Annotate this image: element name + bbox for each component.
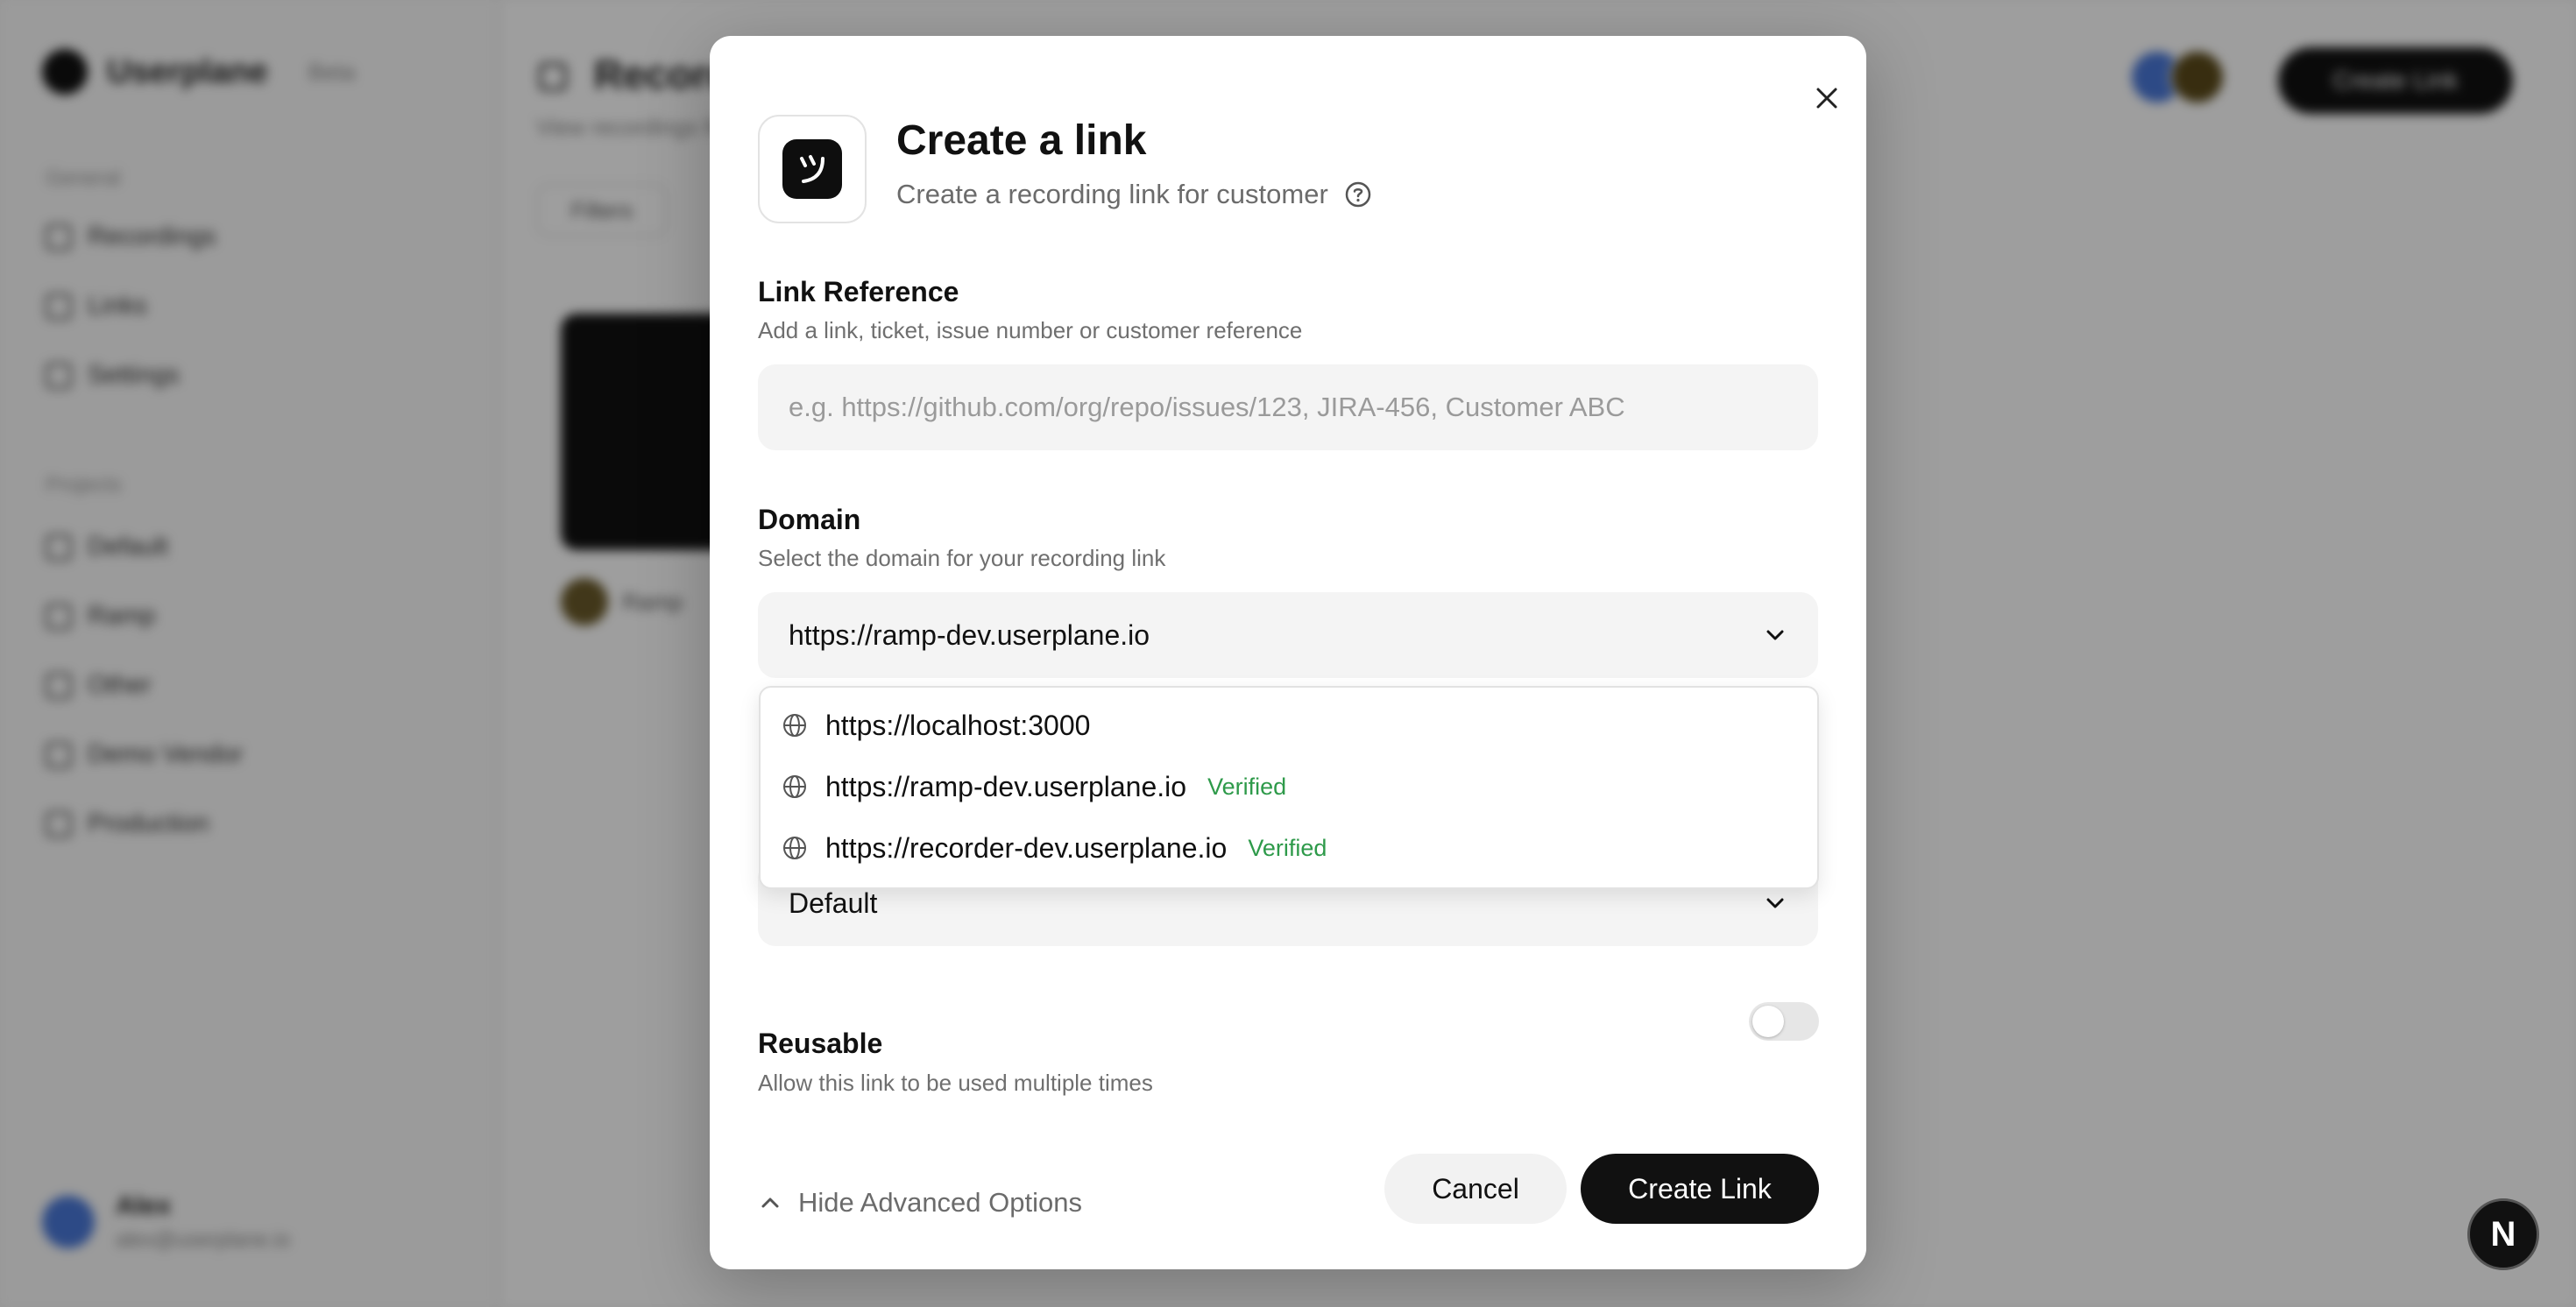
chevron-down-icon — [1766, 630, 1784, 640]
link-reference-description: Add a link, ticket, issue number or cust… — [758, 317, 1303, 343]
link-reference-input[interactable] — [758, 364, 1818, 450]
verified-badge: Verified — [1207, 773, 1287, 800]
domain-dropdown: https://localhost:3000 https://ramp-dev.… — [759, 686, 1819, 889]
globe-icon — [783, 775, 806, 798]
close-icon — [1816, 88, 1837, 109]
chevron-down-icon — [1766, 898, 1784, 908]
link-reference-label: Link Reference — [758, 276, 959, 307]
cancel-button[interactable]: Cancel — [1384, 1154, 1567, 1224]
toggle-knob — [1752, 1006, 1784, 1037]
app-logo — [758, 115, 867, 223]
domain-select[interactable]: https://ramp-dev.userplane.io — [758, 592, 1818, 678]
reusable-toggle[interactable] — [1749, 1002, 1819, 1041]
domain-label: Domain — [758, 504, 861, 535]
dialog-subtitle: Create a recording link for customer — [896, 179, 1372, 210]
verified-badge: Verified — [1248, 834, 1327, 861]
project-select-value: Default — [789, 887, 878, 919]
create-link-dialog: Create a link Create a recording link fo… — [710, 36, 1866, 1269]
domain-option[interactable]: https://ramp-dev.userplane.io Verified — [761, 756, 1817, 817]
help-icon[interactable] — [1344, 180, 1372, 208]
globe-icon — [783, 714, 806, 737]
nextjs-dev-badge[interactable]: N — [2467, 1198, 2539, 1270]
dialog-title: Create a link — [896, 117, 1147, 164]
reusable-description: Allow this link to be used multiple time… — [758, 1070, 1153, 1096]
domain-option[interactable]: https://recorder-dev.userplane.io Verifi… — [761, 817, 1817, 879]
create-link-button[interactable]: Create Link — [1581, 1154, 1819, 1224]
domain-description: Select the domain for your recording lin… — [758, 545, 1166, 571]
domain-select-value: https://ramp-dev.userplane.io — [789, 618, 1150, 651]
chevron-up-icon — [761, 1197, 779, 1208]
reusable-label: Reusable — [758, 1028, 883, 1059]
hide-advanced-options-button[interactable]: Hide Advanced Options — [758, 1187, 1082, 1219]
globe-icon — [783, 837, 806, 859]
close-button[interactable] — [1796, 67, 1858, 129]
userplane-logo-icon — [782, 139, 842, 199]
domain-option[interactable]: https://localhost:3000 — [761, 695, 1817, 756]
